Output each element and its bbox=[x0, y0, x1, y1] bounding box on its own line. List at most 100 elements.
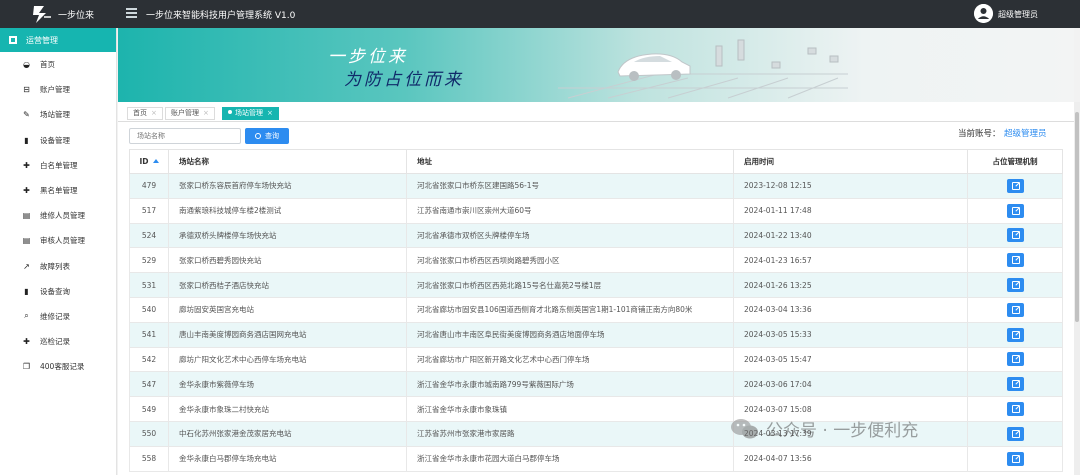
column-header-start-time: 启用时间 bbox=[733, 149, 968, 174]
cell-address: 河北省张家口市桥西区西坝岗路碧秀园小区 bbox=[406, 247, 734, 274]
column-header-address: 地址 bbox=[406, 149, 734, 174]
cell-start-time: 2024-01-26 13:25 bbox=[733, 272, 968, 298]
sidebar-item-inspection-records[interactable]: ✚ 巡检记录 bbox=[0, 329, 116, 354]
sidebar-item-blacklist[interactable]: ✚ 黑名单管理 bbox=[0, 178, 116, 203]
cell-station-name: 廊坊固安英国宫充电站 bbox=[168, 296, 407, 323]
cell-address: 江苏省南通市崇川区崇州大道60号 bbox=[406, 197, 734, 224]
table-row: 549 金华永康市象珠二村快充站 浙江省金华市永康市象珠镇 2024-03-07 15… bbox=[129, 396, 1063, 422]
column-header-station-name: 场站名称 bbox=[168, 149, 407, 174]
station-name-search-input[interactable] bbox=[129, 128, 241, 144]
banner: 一步位来 为防占位而来 bbox=[118, 28, 1074, 102]
search-icon bbox=[255, 133, 261, 139]
sidebar-item-maintenance-staff[interactable]: ▤ 维修人员管理 bbox=[0, 203, 116, 228]
cell-address: 浙江省金华市永康市城南路799号紫薇国际广场 bbox=[406, 371, 734, 398]
cell-station-name: 张家口桥西碧秀园快充站 bbox=[168, 247, 407, 274]
sidebar-item-service-records[interactable]: ❐ 400客服记录 bbox=[0, 354, 116, 379]
edit-button[interactable] bbox=[1006, 426, 1024, 441]
sidebar-section-title[interactable]: 运营管理 bbox=[0, 28, 116, 52]
app-title: 一步位来智能科技用户管理系统 V1.0 bbox=[146, 11, 296, 21]
edit-button[interactable] bbox=[1006, 302, 1024, 317]
grid-icon bbox=[9, 36, 17, 44]
cell-start-time: 2024-03-07 15:08 bbox=[733, 396, 968, 422]
cell-start-time: 2024-03-06 17:04 bbox=[733, 371, 968, 398]
banner-slogan-primary: 一步位来 bbox=[328, 47, 408, 67]
sidebar-item-reviewers[interactable]: ▤ 审核人员管理 bbox=[0, 228, 116, 253]
cell-action bbox=[967, 222, 1063, 249]
tab-stations[interactable]: 场站管理 × bbox=[222, 107, 279, 120]
cell-address: 河北省廊坊市广阳区新开路文化艺术中心西门停车场 bbox=[406, 346, 734, 373]
sidebar-item-accounts[interactable]: ⊟ 账户管理 bbox=[0, 77, 116, 102]
current-account-link[interactable]: 超级管理员 bbox=[1004, 127, 1047, 139]
sidebar-item-devices[interactable]: ▮ 设备管理 bbox=[0, 128, 116, 153]
edit-button[interactable] bbox=[1006, 253, 1024, 268]
cell-station-name: 承德双桥头牌楼停车场快充站 bbox=[168, 222, 407, 249]
cell-action bbox=[967, 272, 1063, 298]
cell-id: 547 bbox=[129, 371, 169, 398]
tab-bar: 首页 × 账户管理 × 场站管理 × bbox=[118, 102, 1074, 122]
close-icon[interactable]: × bbox=[203, 109, 209, 117]
tab-home[interactable]: 首页 × bbox=[127, 107, 163, 120]
edit-button[interactable] bbox=[1006, 327, 1024, 342]
edit-button[interactable] bbox=[1006, 402, 1024, 417]
cell-start-time: 2024-03-04 13:36 bbox=[733, 296, 968, 323]
sidebar-item-repair-records[interactable]: ⌕ 维修记录 bbox=[0, 304, 116, 329]
scrollbar-thumb[interactable] bbox=[1075, 112, 1079, 322]
cell-start-time: 2023-12-08 12:15 bbox=[733, 173, 968, 199]
edit-button[interactable] bbox=[1006, 228, 1024, 243]
cell-action bbox=[967, 321, 1063, 348]
edit-button[interactable] bbox=[1006, 377, 1024, 392]
cell-station-name: 金华永康白马郡停车场充电站 bbox=[168, 445, 407, 472]
sidebar-item-home[interactable]: ◒ 首页 bbox=[0, 52, 116, 77]
cell-action bbox=[967, 420, 1063, 447]
bar-chart-icon: ▮ bbox=[24, 135, 29, 145]
plus-icon: ✚ bbox=[23, 337, 30, 347]
cell-action bbox=[967, 173, 1063, 199]
table-row: 541 唐山丰南美度博园商务酒店国网充电站 河北省唐山市丰南区阜民街美度博园商务酒店… bbox=[129, 321, 1063, 348]
tab-accounts[interactable]: 账户管理 × bbox=[165, 107, 215, 120]
edit-button[interactable] bbox=[1006, 178, 1024, 193]
edit-button[interactable] bbox=[1006, 451, 1024, 466]
brand-name: 一步位来 bbox=[58, 11, 95, 21]
cell-start-time: 2024-03-13 17:39 bbox=[733, 420, 968, 447]
table-row: 542 廊坊广阳文化艺术中心西停车场充电站 河北省廊坊市广阳区新开路文化艺术中心西门… bbox=[129, 346, 1063, 373]
user-name[interactable]: 超级管理员 bbox=[998, 9, 1038, 20]
close-icon[interactable]: × bbox=[151, 109, 157, 117]
cell-station-name: 金华永康市象珠二村快充站 bbox=[168, 396, 407, 422]
sidebar-item-stations[interactable]: ✎ 场站管理 bbox=[0, 102, 116, 127]
cell-action bbox=[967, 296, 1063, 323]
sidebar-item-device-query[interactable]: ▮ 设备查询 bbox=[0, 279, 116, 304]
cell-start-time: 2024-01-11 17:48 bbox=[733, 197, 968, 224]
cell-id: 479 bbox=[129, 173, 169, 199]
table-row: 547 金华永康市紫薇停车场 浙江省金华市永康市城南路799号紫薇国际广场 2024-… bbox=[129, 371, 1063, 398]
cell-station-name: 张家口桥西桔子酒店快充站 bbox=[168, 272, 407, 298]
cell-address: 河北省承德市双桥区头牌楼停车场 bbox=[406, 222, 734, 249]
cell-address: 浙江省金华市永康市花园大道白马郡停车场 bbox=[406, 445, 734, 472]
station-table: ID 场站名称 地址 启用时间 占位管理机制 479 张家口桥东容辰首府停车场快充… bbox=[129, 149, 1063, 472]
search-icon: ⌕ bbox=[24, 311, 29, 321]
edit-button[interactable] bbox=[1006, 352, 1024, 367]
cell-station-name: 张家口桥东容辰首府停车场快充站 bbox=[168, 173, 407, 199]
cell-action bbox=[967, 346, 1063, 373]
bar-chart-icon: ▮ bbox=[24, 286, 29, 296]
sidebar: 运营管理 ◒ 首页 ⊟ 账户管理 ✎ 场站管理 ▮ 设备管理 ✚ 白名单管理 ✚ 黑名单管理… bbox=[0, 28, 117, 475]
sidebar-item-faults[interactable]: ↗ 故障列表 bbox=[0, 254, 116, 279]
copy-icon: ❐ bbox=[22, 362, 31, 372]
sort-icon[interactable] bbox=[152, 159, 159, 163]
logo-icon bbox=[33, 6, 51, 23]
cell-address: 河北省唐山市丰南区阜民街美度博园商务酒店地面停车场 bbox=[406, 321, 734, 348]
column-header-id[interactable]: ID bbox=[129, 149, 169, 174]
user-avatar-icon[interactable] bbox=[974, 4, 993, 23]
edit-button[interactable] bbox=[1006, 203, 1024, 218]
edit-button[interactable] bbox=[1006, 278, 1024, 293]
table-row: 531 张家口桥西桔子酒店快充站 河北省张家口市桥西区西苑北路15号名仕嘉苑2号楼1… bbox=[129, 272, 1063, 298]
plus-icon: ✚ bbox=[23, 160, 30, 170]
sidebar-item-whitelist[interactable]: ✚ 白名单管理 bbox=[0, 153, 116, 178]
table-row: 517 南通紫琅科技城停车楼2楼测试 江苏省南通市崇川区崇州大道60号 2024-01… bbox=[129, 197, 1063, 224]
close-icon[interactable]: × bbox=[267, 109, 273, 117]
book-icon: ▤ bbox=[22, 211, 31, 221]
search-button[interactable]: 查询 bbox=[245, 128, 289, 144]
cell-id: 541 bbox=[129, 321, 169, 348]
menu-toggle-icon[interactable] bbox=[126, 8, 137, 19]
parking-illustration bbox=[558, 39, 848, 99]
banner-slogan-secondary: 为防占位而来 bbox=[344, 70, 464, 90]
